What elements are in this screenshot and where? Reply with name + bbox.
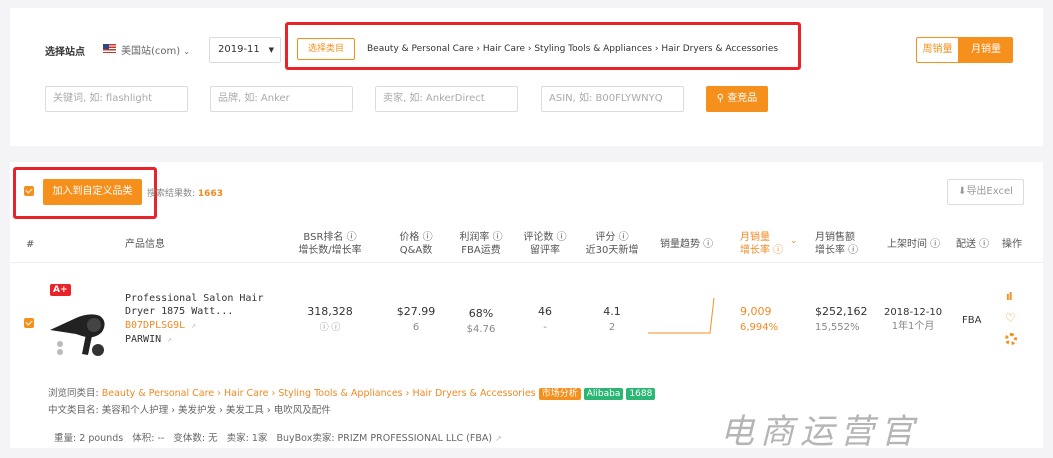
site-label: 选择站点 bbox=[45, 47, 85, 58]
bsr-cell: 318,328 ⓘ ⓘ bbox=[307, 305, 353, 333]
col-trend: 销量趋势 ⓘ bbox=[660, 239, 714, 250]
bar-chart-icon[interactable]: ıl bbox=[1006, 290, 1012, 303]
product-title[interactable]: Professional Salon Hair Dryer 1875 Watt.… bbox=[125, 292, 263, 318]
a-plus-badge: A+ bbox=[50, 284, 71, 296]
search-button[interactable]: ⚲ 查竞品 bbox=[706, 86, 768, 112]
col-rating[interactable]: 评分 ⓘ 近30天新增 bbox=[584, 231, 640, 257]
product-brand[interactable]: PARWIN ↗ bbox=[125, 334, 172, 345]
watermark: 电商运营官 bbox=[720, 412, 920, 452]
weekly-sales-toggle[interactable]: 周销量 bbox=[916, 37, 959, 63]
col-index: # bbox=[26, 239, 35, 250]
browse-category-line: 浏览同类目: Beauty & Personal Care › Hair Car… bbox=[48, 385, 656, 400]
month-select[interactable]: 2019-11 ▼ bbox=[209, 37, 281, 63]
result-count: 搜索结果数: 1663 bbox=[147, 189, 223, 199]
col-listed[interactable]: 上架时间 ⓘ bbox=[887, 238, 940, 251]
alibaba-tag[interactable]: Alibaba bbox=[583, 388, 624, 400]
select-category-button[interactable]: 选择类目 bbox=[297, 38, 355, 60]
chinese-category-line: 中文类目名: 美容和个人护理 › 美发护发 › 美发工具 › 电吹风及配件 bbox=[48, 405, 331, 416]
col-monthly-sales[interactable]: 月销量 增长率 ⓘ bbox=[740, 231, 783, 257]
rating-cell: 4.1 2 bbox=[603, 305, 621, 333]
header-divider bbox=[10, 262, 1043, 263]
1688-tag[interactable]: 1688 bbox=[626, 388, 656, 400]
col-price[interactable]: 价格 ⓘ Q&A数 bbox=[392, 231, 440, 257]
add-to-custom-category-button[interactable]: 加入到自定义品类 bbox=[43, 179, 142, 205]
search-icon: ⚲ bbox=[716, 93, 725, 104]
brand-input[interactable]: 品牌, 如: Anker bbox=[210, 86, 353, 112]
external-link-icon: ↗ bbox=[495, 434, 502, 443]
delivery-cell: FBA bbox=[962, 315, 982, 326]
col-bsr[interactable]: BSR排名 ⓘ 增长数/增长率 bbox=[290, 231, 370, 257]
col-delivery: 配送 ⓘ bbox=[956, 239, 990, 250]
product-asin-link[interactable]: B07DPLSG9L ↗ bbox=[125, 320, 196, 331]
row-checkbox[interactable] bbox=[24, 318, 34, 328]
us-flag-icon bbox=[103, 44, 116, 53]
site-select[interactable]: 美国站(com) ⌄ bbox=[121, 42, 190, 57]
keyword-input[interactable]: 关键词, 如: flashlight bbox=[45, 86, 188, 112]
external-link-icon: ↗ bbox=[191, 321, 197, 330]
col-reviews[interactable]: 评论数 ⓘ 留评率 bbox=[520, 231, 570, 257]
product-details-line: 重量: 2 pounds 体积: -- 变体数: 无 卖家: 1家 BuyBox… bbox=[54, 433, 502, 444]
reviews-cell: 46- bbox=[538, 305, 552, 333]
external-link-icon: ↗ bbox=[167, 335, 172, 344]
lifebuoy-icon[interactable] bbox=[1005, 333, 1017, 345]
category-breadcrumb[interactable]: Beauty & Personal Care › Hair Care › Sty… bbox=[367, 44, 778, 54]
asin-input[interactable]: ASIN, 如: B00FLYWNYQ bbox=[541, 86, 684, 112]
product-image[interactable] bbox=[46, 298, 112, 360]
export-excel-button[interactable]: ⬇导出Excel bbox=[947, 179, 1024, 205]
col-product: 产品信息 bbox=[125, 239, 165, 250]
monthly-sales-cell: 9,009 6,994% bbox=[740, 305, 779, 333]
price-cell: $27.99 6 bbox=[396, 305, 436, 333]
sort-desc-icon[interactable]: ⌄ bbox=[790, 236, 798, 246]
sales-trend-sparkline[interactable] bbox=[646, 296, 720, 338]
col-profit[interactable]: 利润率 ⓘ FBA运费 bbox=[456, 231, 506, 257]
monthly-sales-toggle[interactable]: 月销量 bbox=[959, 37, 1013, 63]
market-analysis-tag[interactable]: 市场分析 bbox=[538, 388, 581, 400]
revenue-cell: $252,162 15,552% bbox=[815, 305, 868, 333]
seller-input[interactable]: 卖家, 如: AnkerDirect bbox=[375, 86, 518, 112]
browse-category-link[interactable]: Beauty & Personal Care › Hair Care › Sty… bbox=[102, 388, 536, 399]
col-monthly-revenue[interactable]: 月销售额 增长率 ⓘ bbox=[815, 231, 858, 257]
col-actions: 操作 bbox=[1002, 239, 1022, 250]
heart-icon[interactable]: ♡ bbox=[1005, 311, 1016, 325]
listed-cell: 2018-12-10 1年1个月 bbox=[884, 307, 943, 332]
profit-cell: 68% $4.76 bbox=[466, 307, 496, 335]
